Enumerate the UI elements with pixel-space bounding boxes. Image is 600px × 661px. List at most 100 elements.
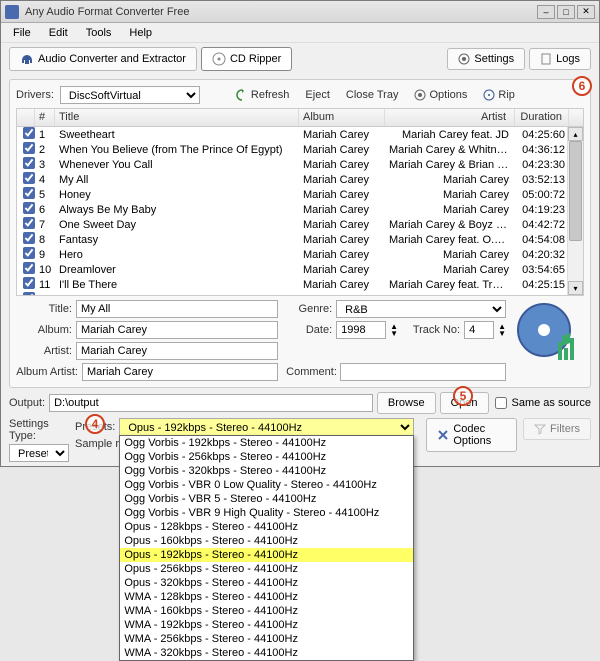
preset-option[interactable]: WMA - 320kbps - Stereo - 44100Hz xyxy=(120,646,413,660)
options-button[interactable]: Options xyxy=(414,89,467,101)
table-row[interactable]: 1SweetheartMariah CareyMariah Carey feat… xyxy=(17,127,583,142)
col-album[interactable]: Album xyxy=(299,109,385,126)
genre-select[interactable]: R&B xyxy=(336,300,506,318)
album-field[interactable] xyxy=(76,321,278,339)
title-field[interactable] xyxy=(76,300,278,318)
rip-button[interactable]: Rip xyxy=(483,89,515,101)
table-row[interactable]: 5HoneyMariah CareyMariah Carey05:00:72 xyxy=(17,187,583,202)
filters-button[interactable]: Filters xyxy=(523,418,591,440)
date-stepper[interactable]: ▲▼ xyxy=(390,323,398,337)
settings-row: 4 Settings Type: Presets Presets: Opus -… xyxy=(9,418,591,462)
menu-edit[interactable]: Edit xyxy=(41,25,76,41)
presets-dropdown[interactable]: Ogg Vorbis - 192kbps - Stereo - 44100HzO… xyxy=(119,435,414,661)
preset-option[interactable]: WMA - 160kbps - Stereo - 44100Hz xyxy=(120,604,413,618)
preset-option[interactable]: Ogg Vorbis - VBR 0 Low Quality - Stereo … xyxy=(120,478,413,492)
date-field[interactable] xyxy=(336,321,386,339)
preset-option[interactable]: WMA - 256kbps - Stereo - 44100Hz xyxy=(120,632,413,646)
track-checkbox[interactable] xyxy=(23,232,35,244)
scrollbar[interactable]: ▴ ▾ xyxy=(567,127,583,295)
comment-field[interactable] xyxy=(340,363,506,381)
preset-option[interactable]: Opus - 128kbps - Stereo - 44100Hz xyxy=(120,520,413,534)
output-row: 5 Output: Browse Open Same as source xyxy=(9,392,591,414)
preset-option[interactable]: Ogg Vorbis - VBR 5 - Stereo - 44100Hz xyxy=(120,492,413,506)
artist-field[interactable] xyxy=(76,342,278,360)
preset-option[interactable]: Opus - 160kbps - Stereo - 44100Hz xyxy=(120,534,413,548)
drivers-select[interactable]: DiscSoftVirtual xyxy=(60,86,200,104)
browse-button[interactable]: Browse xyxy=(377,392,436,414)
menu-tools[interactable]: Tools xyxy=(78,25,120,41)
table-body[interactable]: 1SweetheartMariah CareyMariah Carey feat… xyxy=(17,127,583,296)
window-title: Any Audio Format Converter Free xyxy=(25,6,537,18)
table-row[interactable]: 3Whenever You CallMariah CareyMariah Car… xyxy=(17,157,583,172)
preset-option[interactable]: WMA - 128kbps - Stereo - 44100Hz xyxy=(120,590,413,604)
track-checkbox[interactable] xyxy=(23,292,35,296)
cd-icon xyxy=(212,52,226,66)
track-checkbox[interactable] xyxy=(23,157,35,169)
preset-option[interactable]: Opus - 320kbps - Stereo - 44100Hz xyxy=(120,576,413,590)
cd-rip-icon xyxy=(483,89,495,101)
output-field[interactable] xyxy=(49,394,373,412)
settings-type-select[interactable]: Presets xyxy=(9,444,69,462)
codec-options-button[interactable]: Codec Options xyxy=(426,418,517,452)
track-checkbox[interactable] xyxy=(23,127,35,139)
track-checkbox[interactable] xyxy=(23,172,35,184)
preset-option[interactable]: Ogg Vorbis - VBR 9 High Quality - Stereo… xyxy=(120,506,413,520)
scroll-down-icon[interactable]: ▾ xyxy=(568,281,583,295)
trackno-stepper[interactable]: ▲▼ xyxy=(498,323,506,337)
table-row[interactable]: 11I'll Be ThereMariah CareyMariah Carey … xyxy=(17,277,583,292)
close-window-button[interactable]: ✕ xyxy=(577,5,595,19)
table-row[interactable]: 9HeroMariah CareyMariah Carey04:20:32 xyxy=(17,247,583,262)
presets-select[interactable]: Opus - 192kbps - Stereo - 44100Hz xyxy=(119,418,414,436)
album-artist-field[interactable] xyxy=(82,363,278,381)
track-checkbox[interactable] xyxy=(23,262,35,274)
preset-option[interactable]: Opus - 192kbps - Stereo - 44100Hz xyxy=(120,548,413,562)
col-artist[interactable]: Artist xyxy=(385,109,515,126)
preset-option[interactable]: Opus - 256kbps - Stereo - 44100Hz xyxy=(120,562,413,576)
open-button[interactable]: Open xyxy=(440,392,489,414)
scroll-up-icon[interactable]: ▴ xyxy=(568,127,583,141)
track-checkbox[interactable] xyxy=(23,202,35,214)
track-checkbox[interactable] xyxy=(23,187,35,199)
col-number[interactable]: # xyxy=(35,109,55,126)
tab-ripper[interactable]: CD Ripper xyxy=(201,47,292,71)
menu-help[interactable]: Help xyxy=(121,25,160,41)
preset-option[interactable]: Ogg Vorbis - 256kbps - Stereo - 44100Hz xyxy=(120,450,413,464)
table-row[interactable]: 4My AllMariah CareyMariah Carey03:52:13 xyxy=(17,172,583,187)
same-as-source-checkbox[interactable]: Same as source xyxy=(493,397,591,409)
track-checkbox[interactable] xyxy=(23,217,35,229)
track-table: # Title Album Artist Duration 1Sweethear… xyxy=(16,108,584,296)
maximize-button[interactable]: □ xyxy=(557,5,575,19)
menu-file[interactable]: File xyxy=(5,25,39,41)
trackno-field[interactable] xyxy=(464,321,494,339)
table-row[interactable]: 2When You Believe (from The Prince Of Eg… xyxy=(17,142,583,157)
preset-option[interactable]: Ogg Vorbis - 192kbps - Stereo - 44100Hz xyxy=(120,436,413,450)
headphones-icon xyxy=(20,52,34,66)
track-checkbox[interactable] xyxy=(23,247,35,259)
scrollbar-thumb[interactable] xyxy=(569,141,582,241)
menubar: File Edit Tools Help xyxy=(1,23,599,43)
preset-option[interactable]: Ogg Vorbis - 320kbps - Stereo - 44100Hz xyxy=(120,464,413,478)
titlebar: Any Audio Format Converter Free – □ ✕ xyxy=(1,1,599,23)
refresh-button[interactable]: Refresh xyxy=(236,89,290,101)
preset-option[interactable]: WMA - 192kbps - Stereo - 44100Hz xyxy=(120,618,413,632)
settings-button[interactable]: Settings xyxy=(447,48,525,70)
filter-icon xyxy=(534,423,546,435)
tab-converter[interactable]: Audio Converter and Extractor xyxy=(9,47,197,71)
logs-button[interactable]: Logs xyxy=(529,48,591,70)
minimize-button[interactable]: – xyxy=(537,5,555,19)
eject-button[interactable]: Eject xyxy=(305,89,329,101)
col-title[interactable]: Title xyxy=(55,109,299,126)
track-checkbox[interactable] xyxy=(23,277,35,289)
table-row[interactable]: 8FantasyMariah CareyMariah Carey feat. O… xyxy=(17,232,583,247)
table-row[interactable]: 10DreamloverMariah CareyMariah Carey03:5… xyxy=(17,262,583,277)
track-checkbox[interactable] xyxy=(23,142,35,154)
close-tray-button[interactable]: Close Tray xyxy=(346,89,399,101)
col-duration[interactable]: Duration xyxy=(515,109,569,126)
table-row[interactable]: 7One Sweet DayMariah CareyMariah Carey &… xyxy=(17,217,583,232)
tabs-toolbar: Audio Converter and Extractor CD Ripper … xyxy=(1,43,599,75)
table-row[interactable]: 12EmotionsMariah CareyMariah Carey04:11:… xyxy=(17,292,583,296)
app-window: Any Audio Format Converter Free – □ ✕ Fi… xyxy=(0,0,600,467)
table-row[interactable]: 6Always Be My BabyMariah CareyMariah Car… xyxy=(17,202,583,217)
app-icon xyxy=(5,5,19,19)
settings-button-label: Settings xyxy=(474,53,514,65)
